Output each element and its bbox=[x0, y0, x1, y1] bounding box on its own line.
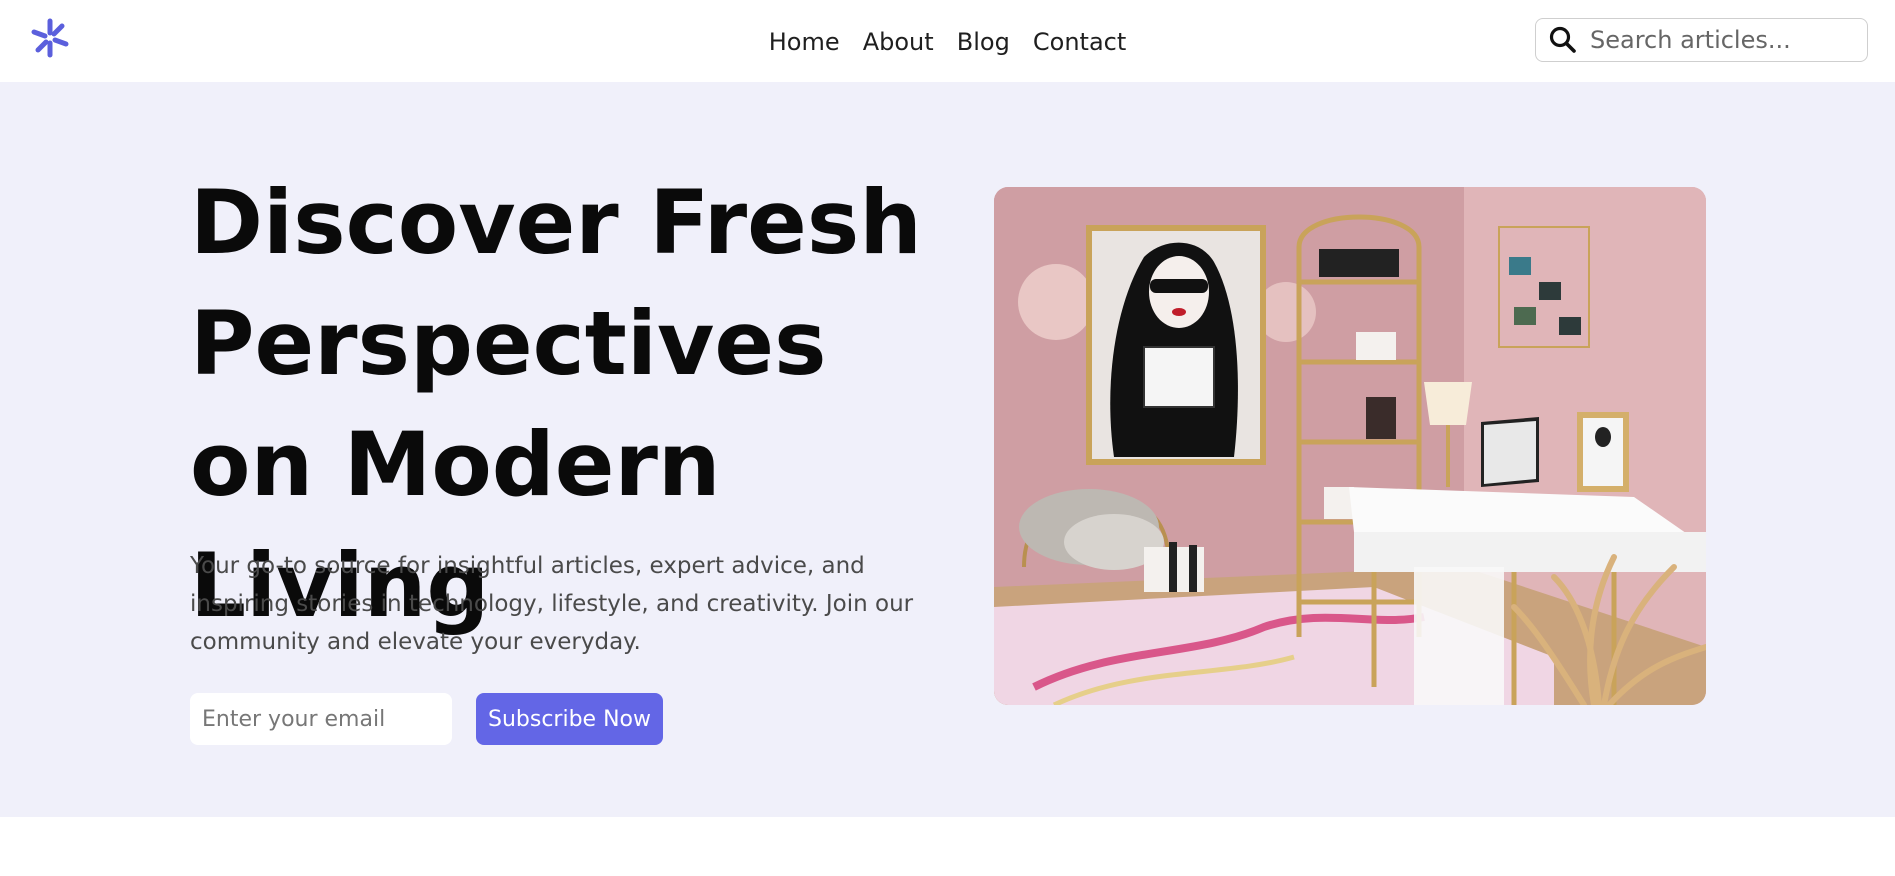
home-office-illustration bbox=[994, 187, 1706, 705]
nav-home-link[interactable]: Home bbox=[769, 24, 840, 60]
hero-image bbox=[994, 187, 1706, 705]
nav-about-link[interactable]: About bbox=[863, 24, 934, 60]
search-box[interactable] bbox=[1535, 18, 1868, 62]
nav-contact-link[interactable]: Contact bbox=[1033, 24, 1126, 60]
hero-section: Discover Fresh Perspectives on Modern Li… bbox=[0, 82, 1895, 817]
nav-blog-link[interactable]: Blog bbox=[957, 24, 1010, 60]
hero-description: Your go-to source for insightful article… bbox=[190, 553, 914, 655]
search-icon bbox=[1549, 26, 1576, 53]
search-input[interactable] bbox=[1588, 25, 1852, 55]
site-header: Home About Blog Contact bbox=[0, 0, 1895, 82]
subscribe-button[interactable]: Subscribe Now bbox=[476, 693, 663, 745]
email-input[interactable] bbox=[190, 693, 452, 745]
